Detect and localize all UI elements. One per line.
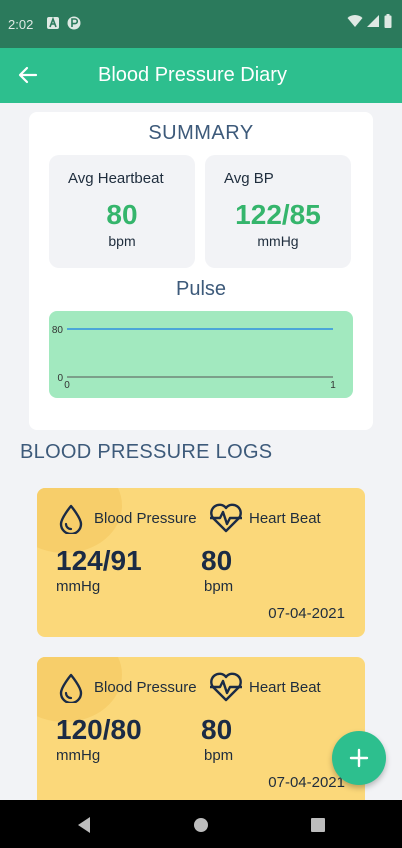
notification-p-icon [67,16,81,30]
bp-value: 124/91 [56,545,142,576]
avg-bp-value: 122/85 [235,199,321,230]
bp-value: 120/80 [56,714,142,745]
blood-drop-icon [59,504,83,534]
bp-unit: mmHg [56,747,101,764]
system-nav-bar [0,800,402,848]
y-tick-label: 80 [52,325,64,336]
heartbeat-icon [210,503,242,533]
avg-bp-label: Avg BP [224,170,274,187]
page-title: Blood Pressure Diary [98,64,287,86]
notification-a-icon [47,16,59,29]
avg-bp-box: Avg BP 122/85 mmHg [205,155,351,268]
log-card[interactable]: Blood Pressure Heart Beat 124/91 mmHg 80… [37,488,365,637]
hb-value: 80 [201,714,233,745]
x-tick-label: 1 [330,380,336,391]
nav-back-icon[interactable] [76,816,92,834]
avg-heartbeat-label: Avg Heartbeat [68,170,164,187]
add-log-button[interactable] [332,731,386,785]
log-date: 07-04-2021 [268,605,345,622]
wifi-icon [347,15,363,27]
avg-heartbeat-unit: bpm [108,233,136,249]
log-date: 07-04-2021 [268,774,345,791]
app-bar: Blood Pressure Diary [0,48,402,103]
hb-unit: bpm [204,747,234,764]
heartbeat-icon [210,672,242,702]
nav-recents-icon[interactable] [310,816,326,834]
pulse-title: Pulse [175,278,227,300]
bp-unit: mmHg [56,578,101,595]
bp-label: Blood Pressure [94,679,197,696]
log-card[interactable]: Blood Pressure Heart Beat 120/80 mmHg 80… [37,657,365,817]
logs-heading: BLOOD PRESSURE LOGS [20,441,273,463]
summary-heading: SUMMARY [148,122,254,144]
avg-heartbeat-box: Avg Heartbeat 80 bpm [49,155,195,268]
back-arrow-icon[interactable] [16,63,40,87]
hb-value: 80 [201,545,233,576]
status-icons [347,14,392,28]
status-bar: 2:02 [0,0,402,48]
avg-heartbeat-value: 80 [106,199,138,230]
pulse-chart: 0 80 0 1 [49,311,353,398]
hb-label: Heart Beat [249,679,321,696]
blood-drop-icon [59,673,83,703]
signal-icon [367,15,379,27]
avg-bp-unit: mmHg [257,233,299,249]
hb-label: Heart Beat [249,510,321,527]
status-time: 2:02 [8,17,34,32]
battery-icon [384,14,392,28]
x-tick-label: 0 [64,380,70,391]
hb-unit: bpm [204,578,234,595]
summary-card: SUMMARY Avg Heartbeat 80 bpm Avg BP 122/… [29,112,373,430]
plus-icon [349,748,369,768]
bp-label: Blood Pressure [94,510,197,527]
pulse-chart-svg: 0 80 0 1 [52,325,336,391]
y-tick-label: 0 [57,373,63,384]
nav-home-icon[interactable] [193,816,209,834]
